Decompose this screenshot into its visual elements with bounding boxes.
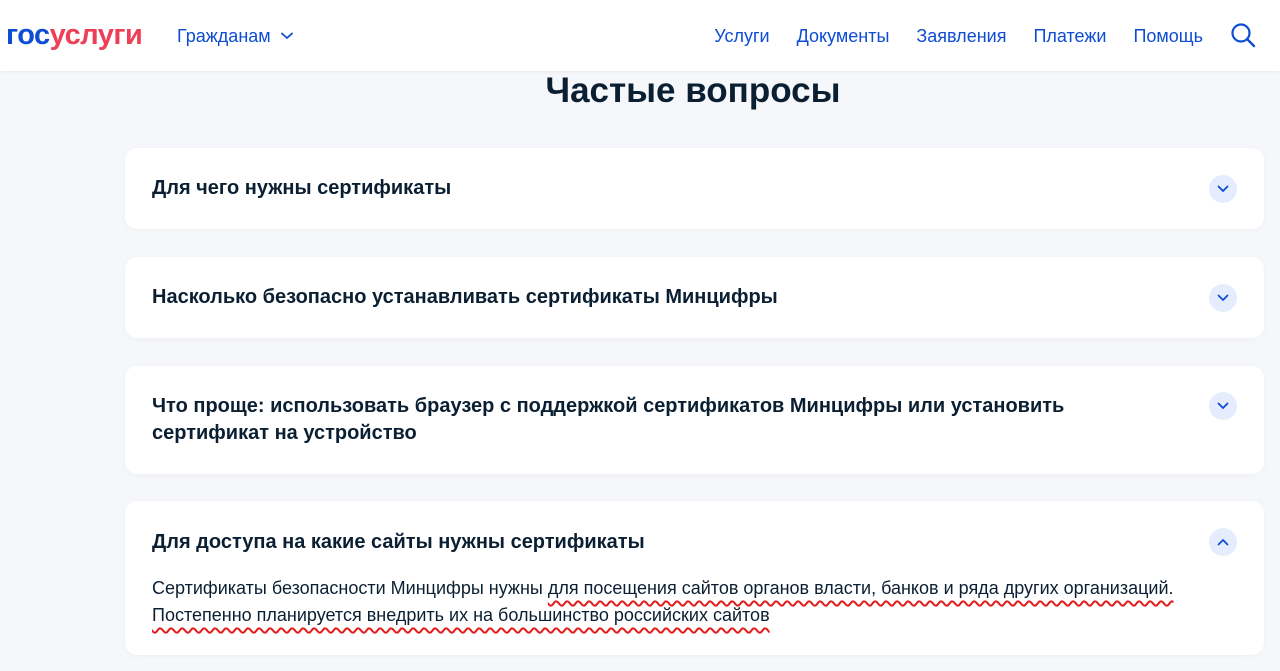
expand-button[interactable] — [1209, 284, 1237, 312]
logo-part-gos: гос — [6, 19, 50, 51]
collapse-button[interactable] — [1209, 528, 1237, 556]
nav-services[interactable]: Услуги — [714, 24, 769, 48]
expand-button[interactable] — [1209, 392, 1237, 420]
nav-payments[interactable]: Платежи — [1033, 24, 1106, 48]
nav-documents[interactable]: Документы — [797, 24, 890, 48]
faq-question: Для чего нужны сертификаты — [152, 177, 452, 199]
top-header: госуслуги Гражданам Услуги Документы Зая… — [0, 0, 1280, 71]
page-title: Частые вопросы — [545, 71, 841, 110]
chevron-down-icon — [280, 32, 293, 39]
chevron-down-icon — [1217, 294, 1229, 301]
faq-item[interactable]: Для чего нужны сертификаты — [125, 148, 1264, 229]
nav-applications[interactable]: Заявления — [916, 24, 1006, 48]
faq-answer: Сертификаты безопасности Минцифры нужны … — [152, 575, 1212, 629]
citizens-dropdown[interactable]: Гражданам — [177, 24, 293, 48]
expand-button[interactable] — [1209, 175, 1237, 203]
search-button[interactable] — [1230, 22, 1256, 48]
faq-question: Что проще: использовать браузер с поддер… — [152, 395, 1065, 444]
faq-question: Для доступа на какие сайты нужны сертифи… — [152, 531, 645, 553]
faq-answer-text: Сертификаты безопасности Минцифры нужны — [152, 578, 548, 598]
chevron-down-icon — [1217, 402, 1229, 409]
faq-item[interactable]: Что проще: использовать браузер с поддер… — [125, 366, 1264, 474]
chevron-up-icon — [1217, 539, 1229, 546]
chevron-down-icon — [1217, 185, 1229, 192]
main-nav: Услуги Документы Заявления Платежи Помощ… — [714, 24, 1203, 48]
citizens-label: Гражданам — [177, 26, 271, 46]
nav-help[interactable]: Помощь — [1133, 24, 1203, 48]
gosuslugi-logo[interactable]: госуслуги — [6, 18, 143, 52]
faq-item[interactable]: Насколько безопасно устанавливать сертиф… — [125, 257, 1264, 338]
faq-question: Насколько безопасно устанавливать сертиф… — [152, 286, 778, 308]
logo-part-uslugi: услуги — [49, 19, 143, 51]
faq-item-expanded[interactable]: Для доступа на какие сайты нужны сертифи… — [125, 501, 1264, 655]
search-icon — [1231, 23, 1256, 48]
